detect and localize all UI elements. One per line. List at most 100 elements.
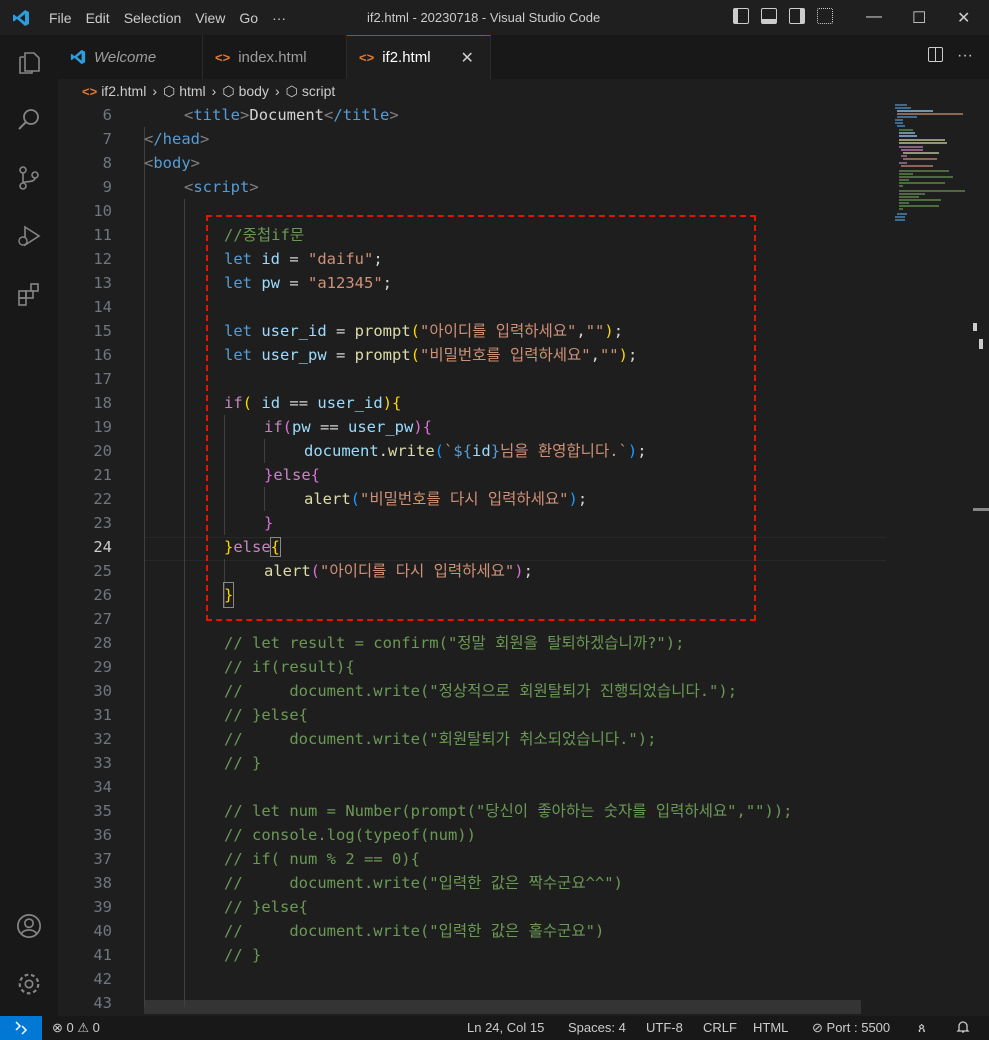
warning-icon: ⚠ (77, 1020, 90, 1035)
title-bar: File Edit Selection View Go ··· if2.html… (0, 0, 989, 35)
code-token: /title (333, 106, 390, 124)
notifications-bell-icon[interactable] (956, 1020, 970, 1037)
line-number: 30 (93, 682, 112, 700)
code-token: // let result = confirm("정말 회원을 탈퇴하겠습니까?… (224, 634, 685, 652)
toggle-secondary-sidebar-icon[interactable] (789, 8, 805, 24)
encoding[interactable]: UTF-8 (646, 1020, 683, 1035)
line-number: 8 (102, 154, 112, 172)
problems-indicator[interactable]: ⊗ 0 ⚠ 0 (52, 1020, 100, 1036)
toggle-primary-sidebar-icon[interactable] (733, 8, 749, 24)
code-line: 31 // }else{ (58, 703, 888, 727)
language-mode[interactable]: HTML (753, 1020, 788, 1035)
menu-more[interactable]: ··· (265, 10, 293, 26)
line-number: 15 (93, 322, 112, 340)
code-token: /head (153, 130, 201, 148)
line-number: 13 (93, 274, 112, 292)
vscode-logo-icon (0, 9, 42, 27)
menu-file[interactable]: File (42, 10, 79, 26)
code-line: 6 <title>Document</title> (58, 103, 888, 127)
warning-count: 0 (92, 1020, 100, 1035)
live-server-port[interactable]: ⊘ Port : 5500 (812, 1020, 890, 1036)
minimap[interactable] (893, 103, 971, 223)
vertical-scrollbar[interactable] (971, 103, 989, 1016)
explorer-icon[interactable] (16, 50, 42, 76)
breadcrumb-html[interactable]: html (179, 83, 205, 99)
close-tab-icon[interactable]: ✕ (461, 48, 474, 68)
line-number: 23 (93, 514, 112, 532)
code-line: 8 <body> (58, 151, 888, 175)
code-line: 32 // document.write("회원탈퇴가 취소되었습니다."); (58, 727, 888, 751)
close-window-icon[interactable]: ✕ (957, 8, 970, 28)
indentation[interactable]: Spaces: 4 (568, 1020, 626, 1035)
code-token: // }else{ (224, 898, 308, 916)
line-number: 35 (93, 802, 112, 820)
code-token: // }else{ (224, 706, 308, 724)
tab-label: if2.html (382, 49, 431, 66)
line-number: 41 (93, 946, 112, 964)
accounts-icon[interactable] (16, 913, 42, 939)
symbol-element-icon: ⬡ (222, 82, 235, 99)
symbol-element-icon: ⬡ (162, 82, 176, 99)
code-line: 28 // let result = confirm("정말 회원을 탈퇴하겠습니… (58, 631, 888, 655)
source-control-icon[interactable] (16, 165, 42, 191)
more-actions-icon[interactable]: ··· (957, 47, 973, 65)
code-token: body (153, 154, 191, 172)
breadcrumb-body[interactable]: body (239, 83, 269, 99)
remote-indicator-icon[interactable] (0, 1016, 42, 1040)
line-number: 27 (93, 610, 112, 628)
settings-gear-icon[interactable] (16, 971, 42, 997)
code-token: // document.write("정상적으로 회원탈퇴가 진행되었습니다."… (224, 682, 738, 700)
error-count: 0 (66, 1020, 74, 1035)
menu-edit[interactable]: Edit (79, 10, 117, 26)
code-line: 35 // let num = Number(prompt("당신이 좋아하는 숫… (58, 799, 888, 823)
html-file-icon: <> (82, 83, 98, 99)
line-number: 42 (93, 970, 112, 988)
scrollbar-marker (973, 508, 989, 511)
chevron-right-icon: › (152, 83, 157, 99)
accounts-sharing-icon[interactable]: ጰ (918, 1020, 926, 1036)
code-line: 40 // document.write("입력한 값은 홀수군요") (58, 919, 888, 943)
error-icon: ⊗ (52, 1020, 63, 1035)
cursor-position[interactable]: Ln 24, Col 15 (467, 1020, 544, 1035)
line-number: 14 (93, 298, 112, 316)
line-number: 25 (93, 562, 112, 580)
line-number: 22 (93, 490, 112, 508)
breadcrumb-script[interactable]: script (302, 83, 335, 99)
end-of-line[interactable]: CRLF (703, 1020, 737, 1035)
code-line: 37 // if( num % 2 == 0){ (58, 847, 888, 871)
menu-view[interactable]: View (188, 10, 232, 26)
tab-welcome[interactable]: Welcome (58, 35, 203, 79)
line-number: 31 (93, 706, 112, 724)
code-token: script (193, 178, 250, 196)
tab-if2-html[interactable]: <> if2.html ✕ (347, 35, 491, 79)
status-bar: ⊗ 0 ⚠ 0 Ln 24, Col 15 Spaces: 4 UTF-8 CR… (0, 1016, 989, 1040)
code-line: 42 (58, 967, 888, 991)
breadcrumb-file[interactable]: if2.html (101, 83, 146, 99)
editor-actions: ··· (928, 47, 973, 65)
line-number: 21 (93, 466, 112, 484)
line-number: 12 (93, 250, 112, 268)
tab-index-html[interactable]: <> index.html (203, 35, 347, 79)
line-number: 26 (93, 586, 112, 604)
tab-label: index.html (238, 48, 307, 66)
code-token: // if(result){ (224, 658, 355, 676)
code-token: // } (224, 754, 262, 772)
chevron-right-icon: › (274, 83, 280, 99)
split-editor-icon[interactable] (928, 47, 944, 62)
code-token: // } (224, 946, 262, 964)
toggle-panel-icon[interactable] (761, 8, 777, 24)
line-number: 43 (93, 994, 112, 1012)
run-debug-icon[interactable] (16, 223, 42, 249)
customize-layout-icon[interactable] (817, 8, 833, 24)
code-line: 29 // if(result){ (58, 655, 888, 679)
search-icon[interactable] (16, 107, 42, 133)
symbol-element-icon: ⬡ (285, 82, 298, 99)
minimize-icon[interactable]: — (866, 8, 882, 26)
code-line: 34 (58, 775, 888, 799)
line-number: 11 (93, 226, 112, 244)
horizontal-scrollbar[interactable] (144, 1000, 861, 1014)
extensions-icon[interactable] (16, 281, 42, 307)
menu-selection[interactable]: Selection (117, 10, 189, 26)
menu-go[interactable]: Go (232, 10, 265, 26)
maximize-icon[interactable]: ☐ (912, 8, 926, 28)
